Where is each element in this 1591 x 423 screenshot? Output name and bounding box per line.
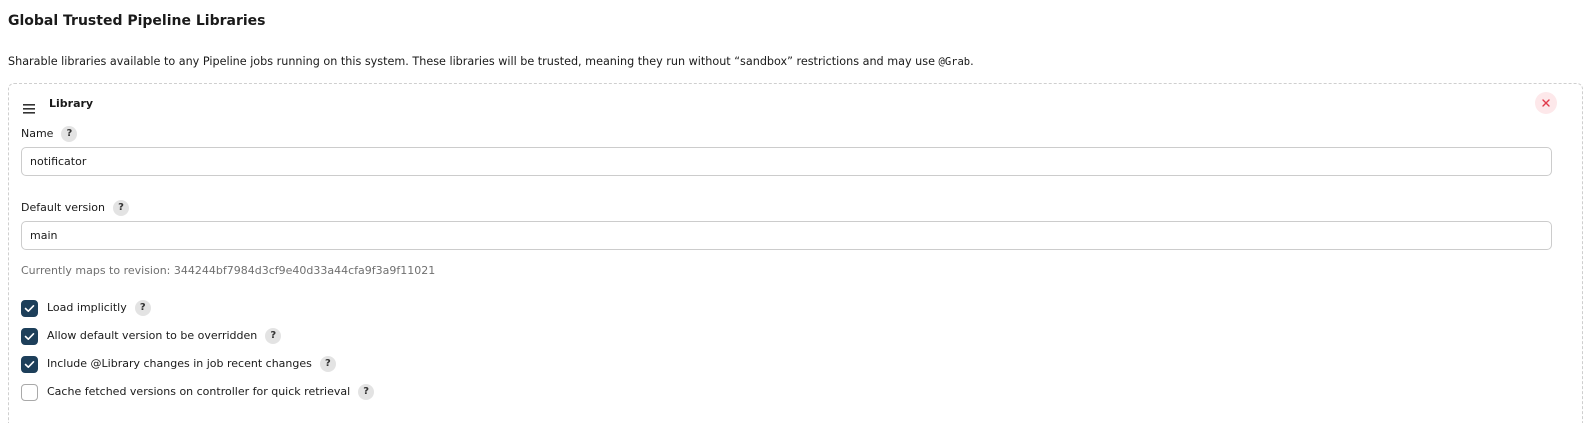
default-version-help-icon[interactable]: ? — [112, 200, 129, 216]
load-implicitly-label[interactable]: Load implicitly — [47, 301, 127, 315]
name-help-icon[interactable]: ? — [61, 126, 78, 142]
description-suffix: . — [970, 55, 974, 68]
cache-versions-help-icon[interactable]: ? — [358, 384, 375, 400]
include-changes-help-icon[interactable]: ? — [319, 356, 336, 372]
checkmark-icon — [24, 332, 35, 340]
description-text: Sharable libraries available to any Pipe… — [8, 55, 939, 68]
default-version-field-label: Default version? — [21, 200, 129, 216]
library-title: Library — [49, 97, 94, 110]
name-input[interactable] — [21, 147, 1552, 176]
library-card: Library Name? Default version? Currently… — [8, 83, 1583, 423]
name-label: Name — [21, 127, 54, 140]
include-changes-checkbox[interactable] — [21, 355, 38, 373]
allow-override-label[interactable]: Allow default version to be overridden — [47, 329, 257, 343]
cache-versions-checkbox[interactable] — [21, 383, 38, 401]
allow-override-checkbox[interactable] — [21, 327, 38, 345]
grab-code: @Grab — [938, 56, 971, 68]
include-changes-label[interactable]: Include @Library changes in job recent c… — [47, 357, 312, 371]
cache-versions-label[interactable]: Cache fetched versions on controller for… — [47, 385, 350, 399]
hamburger-icon — [23, 104, 35, 114]
allow-override-help-icon[interactable]: ? — [265, 328, 282, 344]
checkmark-icon — [24, 360, 35, 368]
section-title: Global Trusted Pipeline Libraries — [8, 13, 266, 29]
delete-library-button[interactable] — [1535, 92, 1557, 114]
option-load-implicitly[interactable]: Load implicitly ? — [21, 299, 151, 317]
option-allow-override[interactable]: Allow default version to be overridden ? — [21, 327, 282, 345]
close-icon — [1542, 99, 1550, 107]
option-cache-versions[interactable]: Cache fetched versions on controller for… — [21, 383, 375, 401]
section-description: Sharable libraries available to any Pipe… — [8, 55, 974, 69]
checkmark-icon — [24, 304, 35, 312]
revision-info: Currently maps to revision: 344244bf7984… — [21, 264, 436, 277]
load-implicitly-help-icon[interactable]: ? — [134, 300, 151, 316]
option-include-changes[interactable]: Include @Library changes in job recent c… — [21, 355, 336, 373]
name-field-label: Name? — [21, 126, 78, 142]
default-version-label: Default version — [21, 201, 105, 214]
default-version-input[interactable] — [21, 221, 1552, 250]
load-implicitly-checkbox[interactable] — [21, 299, 38, 317]
drag-handle-icon[interactable] — [23, 99, 37, 114]
